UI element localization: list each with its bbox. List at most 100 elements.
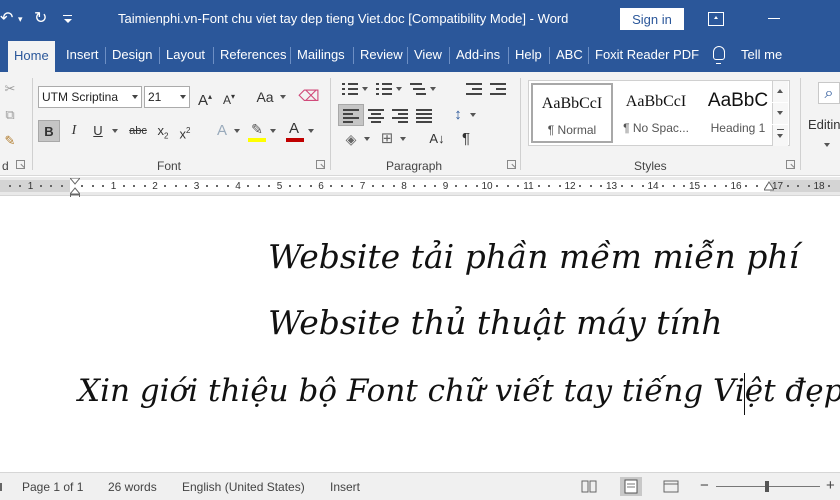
paragraph-dialog-launcher-icon[interactable]	[507, 160, 516, 169]
style-no-spacing[interactable]: AaBbCcI ¶ No Spac...	[615, 83, 697, 143]
insert-mode-indicator[interactable]: Insert	[330, 480, 360, 494]
tab-abc[interactable]: ABC	[556, 38, 583, 72]
sort-icon[interactable]: A↓	[426, 128, 448, 150]
tab-add-ins[interactable]: Add-ins	[456, 38, 500, 72]
ruler-tick	[143, 185, 146, 187]
decrease-indent-icon[interactable]	[466, 82, 482, 96]
document-line[interactable]: Xin giới thiệu bộ Font chữ viết tay tiến…	[78, 373, 840, 409]
undo-dropdown-icon[interactable]: ▾	[18, 6, 23, 32]
customize-qat-icon[interactable]	[62, 8, 74, 28]
lightbulb-icon[interactable]	[713, 46, 725, 64]
highlight-icon[interactable]: ✎	[246, 118, 268, 140]
web-layout-icon[interactable]	[660, 477, 682, 496]
ruler-number: 2	[152, 181, 158, 192]
tab-insert[interactable]: Insert	[66, 38, 99, 72]
tab-view[interactable]: View	[414, 38, 442, 72]
strikethrough-button[interactable]: abc	[126, 120, 150, 142]
zoom-in-button[interactable]: +	[826, 477, 835, 494]
tab-separator	[213, 47, 214, 64]
text-effects-button[interactable]: A	[212, 120, 232, 142]
document-page[interactable]: Website tải phần mềm miễn phí Website th…	[0, 197, 840, 472]
ruler-tick	[122, 185, 125, 187]
find-icon[interactable]: ⌕	[818, 82, 840, 104]
editing-group-label[interactable]: Editin	[808, 114, 840, 136]
format-painter-icon[interactable]: ✎	[2, 130, 18, 152]
bold-button[interactable]: B	[38, 120, 60, 142]
ruler-number: 6	[318, 181, 324, 192]
tell-me-search[interactable]: Tell me	[741, 38, 782, 72]
styles-scroll-up-icon[interactable]	[772, 81, 788, 102]
show-formatting-button[interactable]: ¶	[458, 128, 474, 150]
style-preview: AaBbCcI	[541, 95, 603, 112]
font-name-combo[interactable]: UTM Scriptina	[38, 86, 142, 108]
word-count[interactable]: 26 words	[108, 480, 157, 494]
undo-icon[interactable]: ↶	[0, 6, 18, 32]
tab-separator	[290, 47, 291, 64]
italic-button[interactable]: I	[64, 120, 84, 142]
align-right-icon[interactable]	[392, 108, 408, 123]
line-spacing-icon[interactable]: ↕	[448, 104, 468, 126]
bullets-icon[interactable]	[342, 82, 358, 96]
tab-home[interactable]: Home	[8, 41, 55, 72]
ruler-tick	[216, 185, 219, 187]
tab-mailings[interactable]: Mailings	[297, 38, 345, 72]
tab-review[interactable]: Review	[360, 38, 403, 72]
subscript-button[interactable]: x2	[154, 120, 172, 142]
ruler-tick	[683, 185, 686, 187]
tab-references[interactable]: References	[220, 38, 286, 72]
styles-gallery: AaBbCcI ¶ Normal AaBbCcI ¶ No Spac... Aa…	[528, 80, 790, 146]
tab-design[interactable]: Design	[112, 38, 152, 72]
tab-foxit-reader-pdf[interactable]: Foxit Reader PDF	[595, 38, 699, 72]
zoom-out-button[interactable]: −	[700, 477, 709, 494]
align-left-button[interactable]	[338, 104, 364, 126]
page-count[interactable]: Page 1 of 1	[22, 480, 83, 494]
read-mode-icon[interactable]	[578, 477, 600, 496]
ruler-tick	[371, 185, 374, 187]
ribbon-display-icon[interactable]	[708, 12, 724, 26]
document-line[interactable]: Website thủ thuật máy tính	[268, 303, 723, 342]
font-dialog-launcher-icon[interactable]	[316, 160, 325, 169]
styles-dialog-launcher-icon[interactable]	[786, 160, 795, 169]
ruler-tick	[299, 185, 302, 187]
shading-icon[interactable]: ◈	[342, 128, 360, 150]
ruler-tick	[434, 185, 437, 187]
document-line[interactable]: Website tải phần mềm miễn phí	[268, 237, 799, 276]
numbering-icon[interactable]	[376, 82, 392, 96]
ruler-tick	[133, 185, 136, 187]
grow-font-button[interactable]: A▴	[196, 86, 214, 109]
ruler-tick	[496, 185, 499, 187]
zoom-slider-thumb[interactable]	[765, 481, 769, 492]
chevron-down-icon	[280, 95, 286, 99]
multilevel-list-icon[interactable]	[410, 82, 426, 96]
underline-button[interactable]: U	[88, 120, 108, 142]
print-layout-icon[interactable]	[620, 477, 642, 496]
borders-icon[interactable]: ⊞	[378, 128, 396, 150]
style-normal[interactable]: AaBbCcI ¶ Normal	[531, 83, 613, 143]
styles-scroll-down-icon[interactable]	[772, 103, 788, 124]
font-color-button[interactable]: A	[284, 118, 304, 140]
superscript-button[interactable]: x2	[176, 120, 194, 142]
clipboard-dialog-launcher-icon[interactable]	[16, 160, 25, 169]
copy-icon[interactable]: ⧉	[2, 104, 18, 126]
paragraph-group-label: Paragraph	[386, 159, 443, 173]
shrink-font-button[interactable]: A▾	[220, 86, 238, 108]
tab-layout[interactable]: Layout	[166, 38, 205, 72]
justify-icon[interactable]	[416, 108, 432, 123]
style-heading-1[interactable]: AaBbC Heading 1	[697, 83, 779, 143]
sign-in-button[interactable]: Sign in	[620, 8, 684, 30]
ruler-tick	[631, 185, 634, 187]
increase-indent-icon[interactable]	[490, 82, 506, 96]
tab-help[interactable]: Help	[515, 38, 542, 72]
change-case-button[interactable]: Aa	[250, 86, 280, 108]
language-indicator[interactable]: English (United States)	[182, 480, 305, 494]
horizontal-ruler[interactable]: 21123456789101112131415161718	[0, 177, 840, 196]
redo-icon[interactable]: ↻	[34, 6, 54, 32]
right-indent-marker-icon[interactable]	[763, 180, 775, 195]
font-size-combo[interactable]: 21	[144, 86, 190, 108]
cut-icon[interactable]: ✂	[2, 78, 18, 100]
chevron-down-icon	[364, 137, 370, 141]
styles-more-icon[interactable]	[772, 125, 788, 146]
align-center-icon[interactable]	[368, 108, 384, 123]
clear-formatting-icon[interactable]: ⌫	[298, 86, 320, 108]
ruler-tick	[589, 185, 592, 187]
